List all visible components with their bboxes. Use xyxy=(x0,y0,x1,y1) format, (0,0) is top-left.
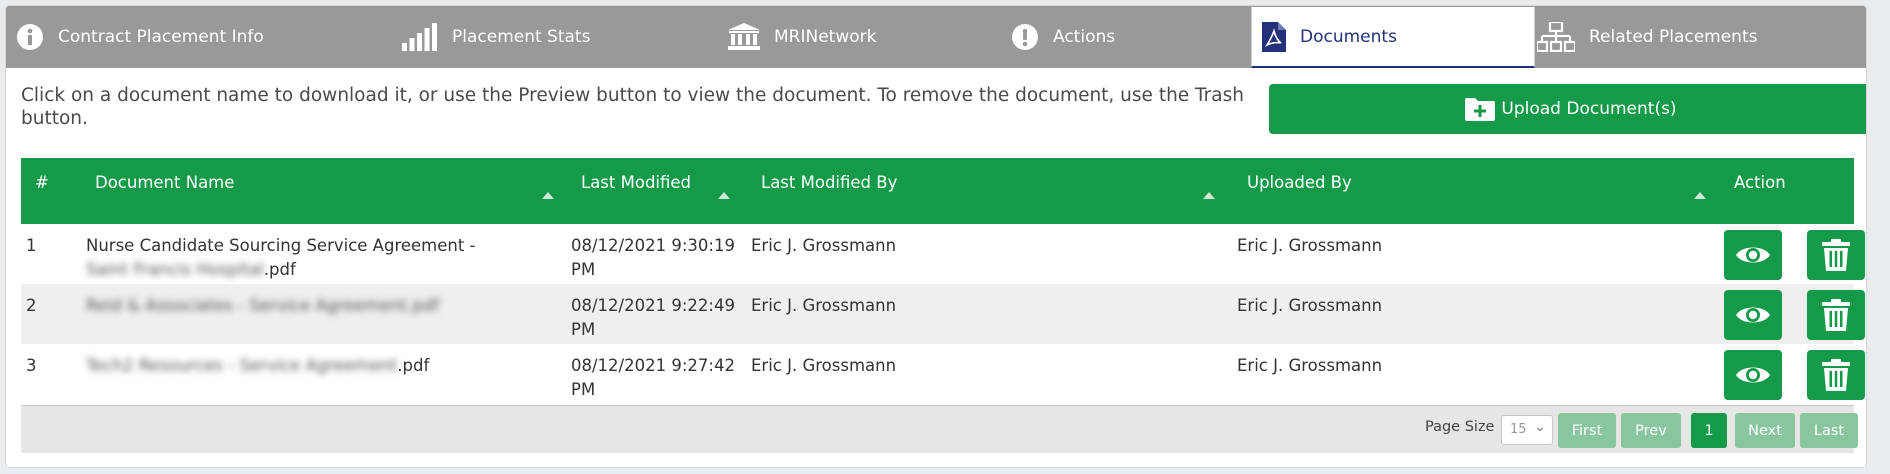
tab-related-placements[interactable]: Related Placements xyxy=(1537,6,1757,68)
pager: Page Size 15 First Prev 1 Next Last xyxy=(21,405,1858,453)
last-modified-by: Eric J. Grossmann xyxy=(751,296,897,315)
document-name-suffix: .pdf xyxy=(397,356,430,375)
sort-arrow-icon[interactable] xyxy=(1203,192,1215,199)
page-size-select[interactable]: 15 xyxy=(1501,413,1553,445)
sort-arrow-icon[interactable] xyxy=(1694,192,1706,199)
document-name-link[interactable]: Tech2 Resources - Service Agreement.pdf xyxy=(86,354,516,378)
info-icon xyxy=(16,23,44,51)
tab-actions[interactable]: Actions xyxy=(1011,6,1115,68)
row-number: 1 xyxy=(26,236,37,255)
preview-button[interactable] xyxy=(1724,290,1782,340)
upload-button-label: Upload Document(s) xyxy=(1501,99,1677,119)
column-header-action: Action xyxy=(1734,173,1786,192)
last-page-button[interactable]: Last xyxy=(1800,413,1858,448)
last-modified-date: 08/12/2021 9:27:42 PM xyxy=(571,356,735,399)
table-row: 2 Reid & Associates - Service Agreement.… xyxy=(21,284,1865,344)
tab-label: Actions xyxy=(1053,27,1116,47)
uploaded-by: Eric J. Grossmann xyxy=(1237,356,1383,375)
trash-icon xyxy=(1822,299,1850,331)
sitemap-icon xyxy=(1537,22,1575,52)
tab-mrinetwork[interactable]: MRINetwork xyxy=(728,6,876,68)
documents-grid: # Document Name Last Modified Last Modif… xyxy=(21,158,1865,453)
documents-instructions: Click on a document name to download it,… xyxy=(21,85,1244,129)
tab-documents[interactable]: Documents xyxy=(1251,7,1535,68)
column-header-uploaded-by[interactable]: Uploaded By xyxy=(1247,173,1352,192)
uploaded-by: Eric J. Grossmann xyxy=(1237,236,1383,255)
trash-icon xyxy=(1822,239,1850,271)
document-name-suffix: .pdf xyxy=(263,260,296,279)
delete-button[interactable] xyxy=(1807,230,1865,280)
column-header-document-name[interactable]: Document Name xyxy=(95,173,234,192)
placement-details-panel: Contract Placement Info Placement Stats … xyxy=(5,5,1867,468)
tab-label: Related Placements xyxy=(1589,27,1758,47)
last-modified-date: 08/12/2021 9:22:49 PM xyxy=(571,296,735,339)
column-header-last-modified-by[interactable]: Last Modified By xyxy=(761,173,897,192)
row-number: 3 xyxy=(26,356,37,375)
column-header-number[interactable]: # xyxy=(35,173,49,192)
page-1-button[interactable]: 1 xyxy=(1691,413,1727,448)
row-number: 2 xyxy=(26,296,37,315)
sort-arrow-icon[interactable] xyxy=(542,192,554,199)
eye-icon xyxy=(1736,307,1770,323)
last-modified-by: Eric J. Grossmann xyxy=(751,236,897,255)
delete-button[interactable] xyxy=(1807,290,1865,340)
table-row: 1 Nurse Candidate Sourcing Service Agree… xyxy=(21,224,1865,284)
document-name-redacted: Reid & Associates - Service Agreement.pd… xyxy=(86,296,440,315)
eye-icon xyxy=(1736,247,1770,263)
tab-label: Contract Placement Info xyxy=(58,27,264,47)
next-page-button[interactable]: Next xyxy=(1735,413,1795,448)
document-name-redacted: Tech2 Resources - Service Agreement xyxy=(86,356,398,375)
page-size-label: Page Size xyxy=(1425,419,1495,435)
folder-plus-icon xyxy=(1465,97,1496,121)
tab-contract-placement-info[interactable]: Contract Placement Info xyxy=(16,6,264,68)
delete-button[interactable] xyxy=(1807,350,1865,400)
uploaded-by: Eric J. Grossmann xyxy=(1237,296,1383,315)
pdf-icon xyxy=(1262,21,1286,52)
document-name-link[interactable]: Nurse Candidate Sourcing Service Agreeme… xyxy=(86,234,516,282)
document-name-redacted: Saint Francis Hospital xyxy=(86,260,264,279)
first-page-button[interactable]: First xyxy=(1558,413,1616,448)
trash-icon xyxy=(1822,359,1850,391)
document-name-prefix: Nurse Candidate Sourcing Service Agreeme… xyxy=(86,236,476,255)
sort-arrow-icon[interactable] xyxy=(718,192,730,199)
tab-placement-stats[interactable]: Placement Stats xyxy=(402,6,590,68)
prev-page-button[interactable]: Prev xyxy=(1621,413,1681,448)
exclamation-icon xyxy=(1011,23,1039,51)
document-name-link[interactable]: Reid & Associates - Service Agreement.pd… xyxy=(86,294,516,318)
tab-bar: Contract Placement Info Placement Stats … xyxy=(6,6,1866,68)
bank-icon xyxy=(728,23,760,51)
tab-label: Documents xyxy=(1300,26,1397,47)
preview-button[interactable] xyxy=(1724,350,1782,400)
tab-label: MRINetwork xyxy=(774,27,877,47)
eye-icon xyxy=(1736,367,1770,383)
table-row: 3 Tech2 Resources - Service Agreement.pd… xyxy=(21,344,1865,404)
preview-button[interactable] xyxy=(1724,230,1782,280)
last-modified-date: 08/12/2021 9:30:19 PM xyxy=(571,236,735,279)
signal-bars-icon xyxy=(402,23,438,51)
grid-header: # Document Name Last Modified Last Modif… xyxy=(21,158,1854,224)
last-modified-by: Eric J. Grossmann xyxy=(751,356,897,375)
tab-label: Placement Stats xyxy=(452,27,591,47)
column-header-last-modified[interactable]: Last Modified xyxy=(581,173,691,192)
upload-documents-button[interactable]: Upload Document(s) xyxy=(1269,84,1866,134)
